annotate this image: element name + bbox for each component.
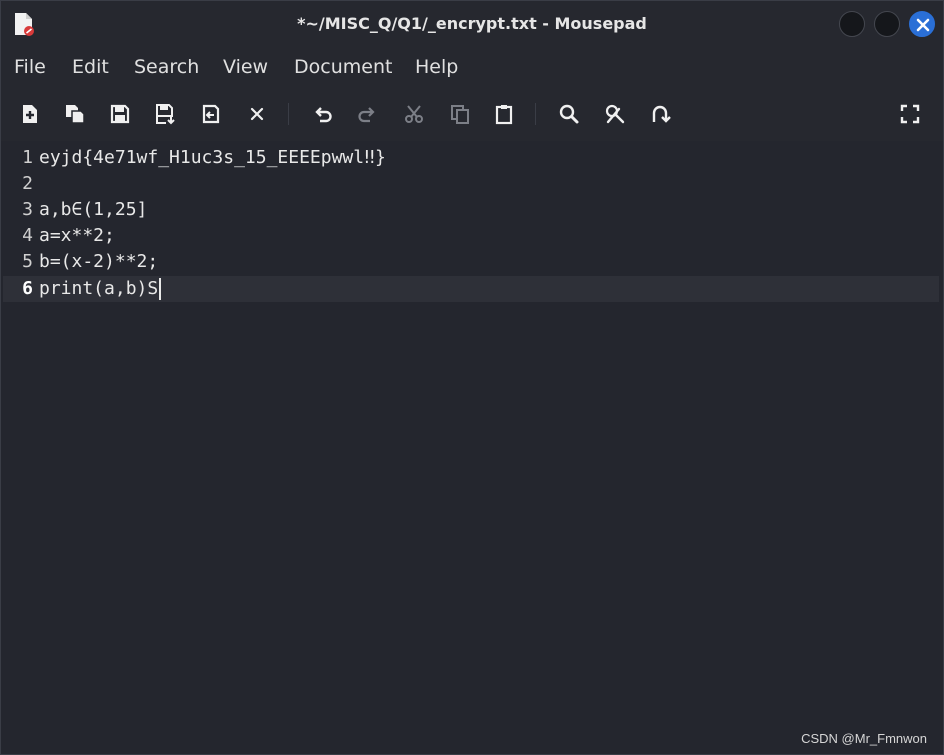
editor-line[interactable]: 1 eyjd{4e71wf_H1uc3s_15_EEEEpwwl‼} [3,145,939,171]
fullscreen-button[interactable] [897,101,923,127]
close-button[interactable] [909,11,935,37]
new-window-icon [66,105,85,124]
goto-line-icon [652,105,671,123]
goto-line-button[interactable] [647,101,673,127]
line-text[interactable]: a=x**2; [39,223,115,249]
close-tab-button[interactable] [244,101,270,127]
save-icon [110,104,130,124]
toolbar [1,87,943,141]
menu-search[interactable]: Search [134,47,199,87]
menu-bar: File Edit Search View Document Help [1,47,943,87]
save-as-button[interactable] [153,101,179,127]
paste-button[interactable] [491,101,517,127]
line-text[interactable]: b=(x-2)**2; [39,249,158,275]
close-tab-icon [250,107,264,121]
menu-file[interactable]: File [14,47,46,87]
paste-icon [495,105,513,125]
window-title: *~/MISC_Q/Q1/_encrypt.txt - Mousepad [297,14,647,33]
undo-button[interactable] [310,101,336,127]
new-window-button[interactable] [62,101,88,127]
cut-icon [405,105,423,123]
watermark: CSDN @Mr_Fmnwon [801,731,927,746]
copy-button[interactable] [447,101,473,127]
text-editor[interactable]: 1 eyjd{4e71wf_H1uc3s_15_EEEEpwwl‼} 2 3 a… [3,141,939,751]
editor-line[interactable]: 2 [3,171,939,197]
reload-icon [202,104,220,124]
editor-line-current[interactable]: 6 print(a,b)S [3,276,939,302]
menu-help[interactable]: Help [415,47,458,87]
find-button[interactable] [556,101,582,127]
line-number: 5 [22,251,33,272]
editor-line[interactable]: 4 a=x**2; [3,223,939,249]
reload-button[interactable] [198,101,224,127]
text-cursor [159,278,162,300]
mousepad-window: *~/MISC_Q/Q1/_encrypt.txt - Mousepad Fil… [0,0,944,755]
find-icon [559,104,579,124]
line-number: 3 [22,199,33,220]
toolbar-separator [288,103,289,125]
line-number: 4 [22,225,33,246]
undo-icon [315,107,332,123]
cut-button[interactable] [401,101,427,127]
save-button[interactable] [107,101,133,127]
redo-icon [358,107,375,123]
title-bar[interactable]: *~/MISC_Q/Q1/_encrypt.txt - Mousepad [1,1,943,47]
minimize-button[interactable] [839,11,865,37]
line-number: 1 [22,147,33,168]
find-replace-button[interactable] [602,101,628,127]
close-icon [916,18,930,32]
line-number: 2 [22,173,33,194]
new-document-button[interactable] [17,101,43,127]
redo-button[interactable] [354,101,380,127]
editor-line[interactable]: 3 a,b∈(1,25] [3,197,939,223]
fullscreen-icon [900,104,920,124]
menu-edit[interactable]: Edit [72,47,109,87]
line-text[interactable]: eyjd{4e71wf_H1uc3s_15_EEEEpwwl‼} [39,145,386,171]
menu-document[interactable]: Document [294,47,392,87]
line-text[interactable]: a,b∈(1,25] [39,197,147,223]
line-number: 6 [22,278,33,299]
save-as-icon [156,104,175,125]
line-text[interactable]: print(a,b)S [39,278,158,299]
copy-icon [451,105,469,124]
maximize-button[interactable] [874,11,900,37]
toolbar-separator [535,103,536,125]
line-text-wrap[interactable]: print(a,b)S [39,276,162,302]
find-replace-icon [605,104,625,124]
editor-line[interactable]: 5 b=(x-2)**2; [3,249,939,275]
menu-view[interactable]: View [223,47,268,87]
new-document-icon [23,105,37,123]
